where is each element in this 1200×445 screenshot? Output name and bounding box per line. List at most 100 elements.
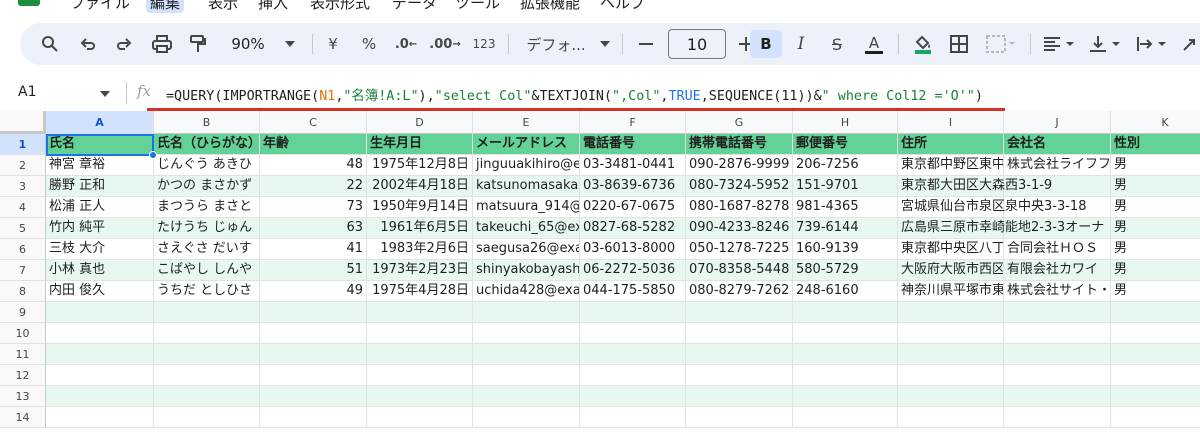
cell-h8[interactable]: 248-6160 <box>793 281 898 302</box>
cell-e9[interactable] <box>473 302 580 323</box>
menu-data[interactable]: データ <box>392 0 437 13</box>
cell-a6[interactable]: 三枝 大介 <box>46 239 154 260</box>
cell-b4[interactable]: まつうら まさと <box>154 197 260 218</box>
cell-f11[interactable] <box>580 344 686 365</box>
cell-k3[interactable]: 男 <box>1111 176 1200 197</box>
column-header-k[interactable]: K <box>1111 111 1200 134</box>
cell-j7[interactable]: 有限会社カワイ <box>1004 260 1111 281</box>
cell-e10[interactable] <box>473 323 580 344</box>
cell-g2[interactable]: 090-2876-9999 <box>686 155 793 176</box>
cell-e1[interactable]: メールアドレス <box>473 134 580 155</box>
cell-h11[interactable] <box>793 344 898 365</box>
cell-a13[interactable] <box>46 386 154 407</box>
decrease-font-size-icon[interactable] <box>634 30 658 58</box>
column-header-c[interactable]: C <box>260 111 367 134</box>
cell-d10[interactable] <box>367 323 473 344</box>
row-header[interactable]: 7 <box>0 260 46 281</box>
cell-k7[interactable]: 男 <box>1111 260 1200 281</box>
fill-handle[interactable] <box>149 151 157 159</box>
cell-a1[interactable]: 氏名 <box>46 134 154 155</box>
cell-k14[interactable] <box>1111 407 1200 428</box>
cell-e12[interactable] <box>473 365 580 386</box>
cell-b11[interactable] <box>154 344 260 365</box>
cell-g6[interactable]: 050-1278-7225 <box>686 239 793 260</box>
row-header[interactable]: 8 <box>0 281 46 302</box>
cell-a4[interactable]: 松浦 正人 <box>46 197 154 218</box>
cell-j8[interactable]: 株式会社サイト・ <box>1004 281 1111 302</box>
column-header-i[interactable]: I <box>898 111 1004 134</box>
row-header[interactable]: 5 <box>0 218 46 239</box>
row-header[interactable]: 13 <box>0 386 46 407</box>
cell-e5[interactable]: takeuchi_65@ex <box>473 218 580 239</box>
cell-i7[interactable]: 大阪府大阪市西区 <box>898 260 1004 281</box>
cell-j11[interactable] <box>1004 344 1111 365</box>
cell-j13[interactable] <box>1004 386 1111 407</box>
cell-h10[interactable] <box>793 323 898 344</box>
text-wrapping-icon[interactable] <box>1132 30 1172 58</box>
cell-f10[interactable] <box>580 323 686 344</box>
cell-a8[interactable]: 内田 俊久 <box>46 281 154 302</box>
cell-f6[interactable]: 03-6013-8000 <box>580 239 686 260</box>
menu-format[interactable]: 表示形式 <box>310 0 370 13</box>
cell-j10[interactable] <box>1004 323 1111 344</box>
cell-c14[interactable] <box>260 407 367 428</box>
cell-k9[interactable] <box>1111 302 1200 323</box>
cell-f12[interactable] <box>580 365 686 386</box>
column-header-h[interactable]: H <box>793 111 898 134</box>
currency-format-button[interactable]: ¥ <box>322 30 344 58</box>
cell-f8[interactable]: 044-175-5850 <box>580 281 686 302</box>
cell-b12[interactable] <box>154 365 260 386</box>
cell-a11[interactable] <box>46 344 154 365</box>
cell-b13[interactable] <box>154 386 260 407</box>
cell-b6[interactable]: さえぐさ だいす <box>154 239 260 260</box>
cell-b2[interactable]: じんぐう あきひ <box>154 155 260 176</box>
cell-h4[interactable]: 981-4365 <box>793 197 898 218</box>
cell-i4[interactable]: 宮城県仙台市泉区泉中央3-3-18 <box>898 197 1086 218</box>
cell-a5[interactable]: 竹内 純平 <box>46 218 154 239</box>
column-header-j[interactable]: J <box>1004 111 1111 134</box>
cell-g11[interactable] <box>686 344 793 365</box>
row-header[interactable]: 6 <box>0 239 46 260</box>
cell-d7[interactable]: 1973年2月23日 <box>367 260 473 281</box>
vertical-align-icon[interactable] <box>1086 30 1126 58</box>
cell-e6[interactable]: saegusa26@exa <box>473 239 580 260</box>
cell-d2[interactable]: 1975年12月8日 <box>367 155 473 176</box>
cell-g1[interactable]: 携帯電話番号 <box>686 134 793 155</box>
cell-a2[interactable]: 神宮 章裕 <box>46 155 154 176</box>
sheets-logo-icon[interactable] <box>18 0 40 6</box>
menu-help[interactable]: ヘルプ <box>600 0 645 13</box>
paint-format-icon[interactable] <box>184 30 212 58</box>
chevron-down-icon[interactable] <box>598 30 612 58</box>
cell-f4[interactable]: 0220-67-0675 <box>580 197 686 218</box>
cell-c7[interactable]: 51 <box>260 260 367 281</box>
cell-f3[interactable]: 03-8639-6736 <box>580 176 686 197</box>
cell-d14[interactable] <box>367 407 473 428</box>
cell-e4[interactable]: matsuura_914@ <box>473 197 580 218</box>
row-header[interactable]: 4 <box>0 197 46 218</box>
row-header[interactable]: 14 <box>0 407 46 428</box>
cell-d5[interactable]: 1961年6月5日 <box>367 218 473 239</box>
cell-i8[interactable]: 神奈川県平塚市東 <box>898 281 1004 302</box>
column-header-g[interactable]: G <box>686 111 793 134</box>
menu-extensions[interactable]: 拡張機能 <box>520 0 580 13</box>
cell-b9[interactable] <box>154 302 260 323</box>
cell-c2[interactable]: 48 <box>260 155 367 176</box>
select-all-corner[interactable] <box>0 111 46 134</box>
cell-i2[interactable]: 東京都中野区東中 <box>898 155 1004 176</box>
cell-b8[interactable]: うちだ としひさ <box>154 281 260 302</box>
cell-j14[interactable] <box>1004 407 1111 428</box>
menu-view[interactable]: 表示 <box>208 0 238 13</box>
cell-g12[interactable] <box>686 365 793 386</box>
cell-a9[interactable] <box>46 302 154 323</box>
cell-d11[interactable] <box>367 344 473 365</box>
column-header-a[interactable]: A <box>46 111 154 134</box>
cell-a14[interactable] <box>46 407 154 428</box>
cell-g10[interactable] <box>686 323 793 344</box>
cell-i6[interactable]: 東京都中央区八丁 <box>898 239 1004 260</box>
cell-d8[interactable]: 1975年4月28日 <box>367 281 473 302</box>
zoom-select[interactable]: 90% <box>226 30 270 58</box>
text-color-button[interactable]: A <box>862 30 886 58</box>
cell-h12[interactable] <box>793 365 898 386</box>
cell-f2[interactable]: 03-3481-0441 <box>580 155 686 176</box>
row-header[interactable]: 1 <box>0 134 46 155</box>
